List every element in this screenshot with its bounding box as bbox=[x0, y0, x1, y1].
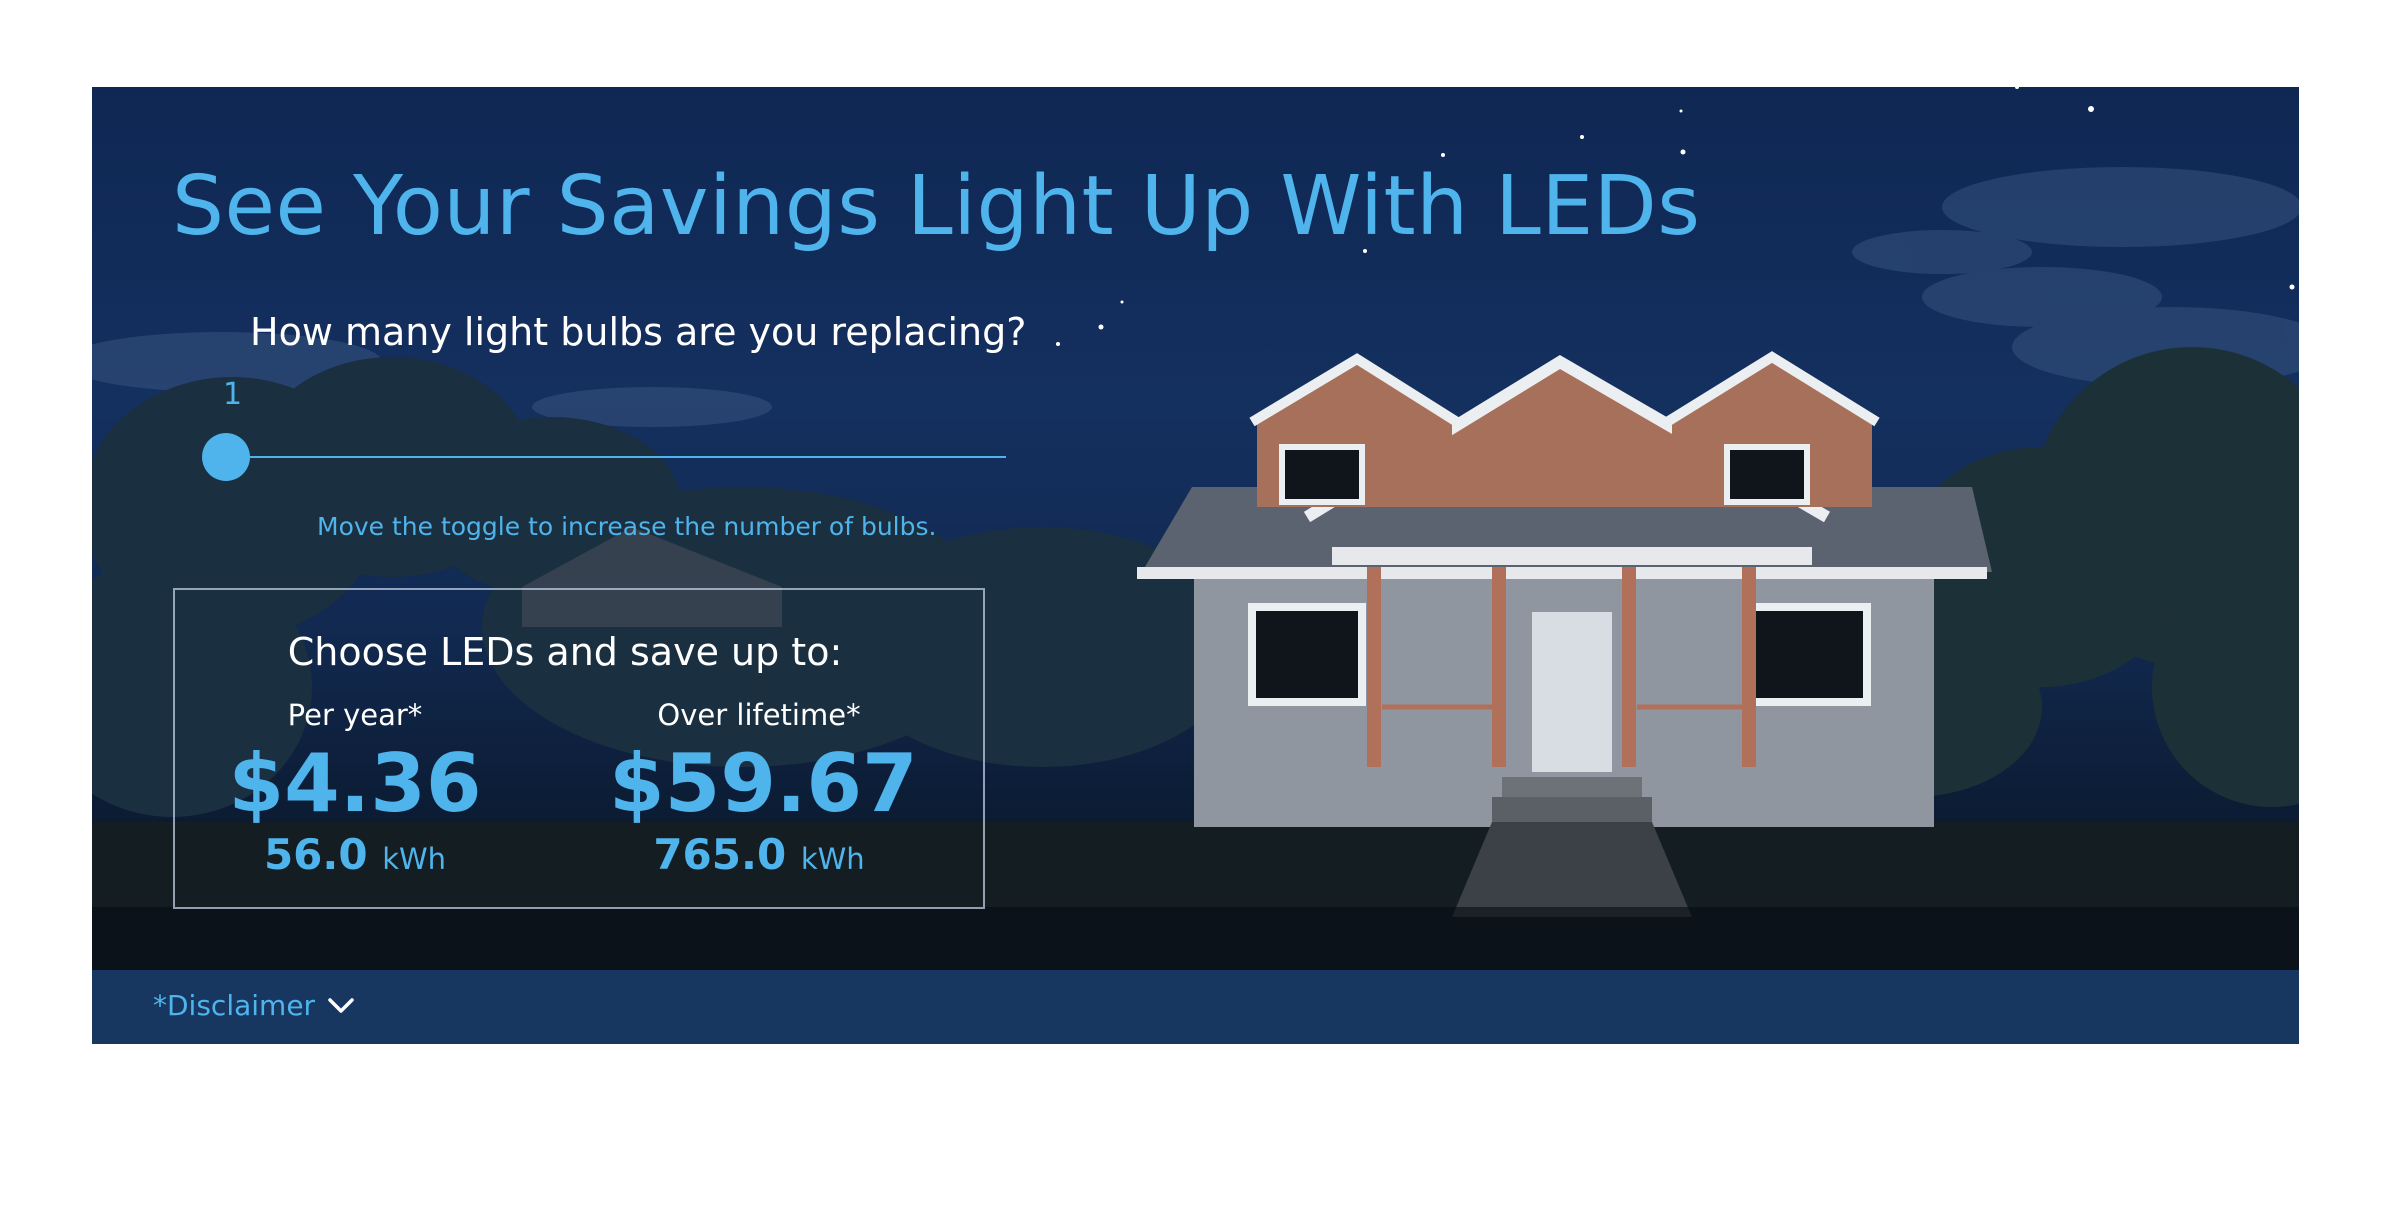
disclaimer-label: *Disclaimer bbox=[153, 989, 316, 1022]
lifetime-kwh-unit: kWh bbox=[800, 842, 865, 876]
savings-banner: See Your Savings Light Up With LEDs How … bbox=[92, 87, 2299, 970]
bulb-count-slider[interactable]: 1 bbox=[202, 377, 1022, 497]
slider-track[interactable] bbox=[224, 456, 1006, 458]
savings-per-year: Per year* $4.36 56.0 kWh bbox=[205, 698, 505, 882]
slider-hint: Move the toggle to increase the number o… bbox=[317, 512, 937, 541]
per-year-kwh: 56.0 kWh bbox=[205, 832, 505, 882]
disclaimer-bar: *Disclaimer bbox=[92, 970, 2299, 1044]
lifetime-kwh: 765.0 kWh bbox=[609, 832, 909, 882]
chevron-down-icon bbox=[328, 997, 354, 1013]
per-year-amount: $4.36 bbox=[228, 737, 482, 830]
lifetime-label: Over lifetime* bbox=[657, 698, 861, 732]
per-year-label: Per year* bbox=[287, 698, 423, 732]
bulb-count-question: How many light bulbs are you replacing? bbox=[250, 310, 1027, 354]
slider-value: 1 bbox=[223, 377, 243, 412]
slider-thumb[interactable] bbox=[202, 433, 250, 481]
savings-lifetime: Over lifetime* $59.67 765.0 kWh bbox=[609, 698, 918, 882]
savings-heading: Choose LEDs and save up to: bbox=[287, 630, 843, 674]
per-year-kwh-value: 56.0 bbox=[263, 830, 368, 879]
lifetime-kwh-value: 765.0 bbox=[653, 830, 787, 879]
page-title: See Your Savings Light Up With LEDs bbox=[172, 159, 1701, 254]
per-year-kwh-unit: kWh bbox=[382, 842, 447, 876]
disclaimer-toggle[interactable]: *Disclaimer bbox=[153, 989, 355, 1022]
savings-box: Choose LEDs and save up to: Per year* $4… bbox=[173, 588, 985, 909]
lifetime-amount: $59.67 bbox=[609, 737, 918, 830]
